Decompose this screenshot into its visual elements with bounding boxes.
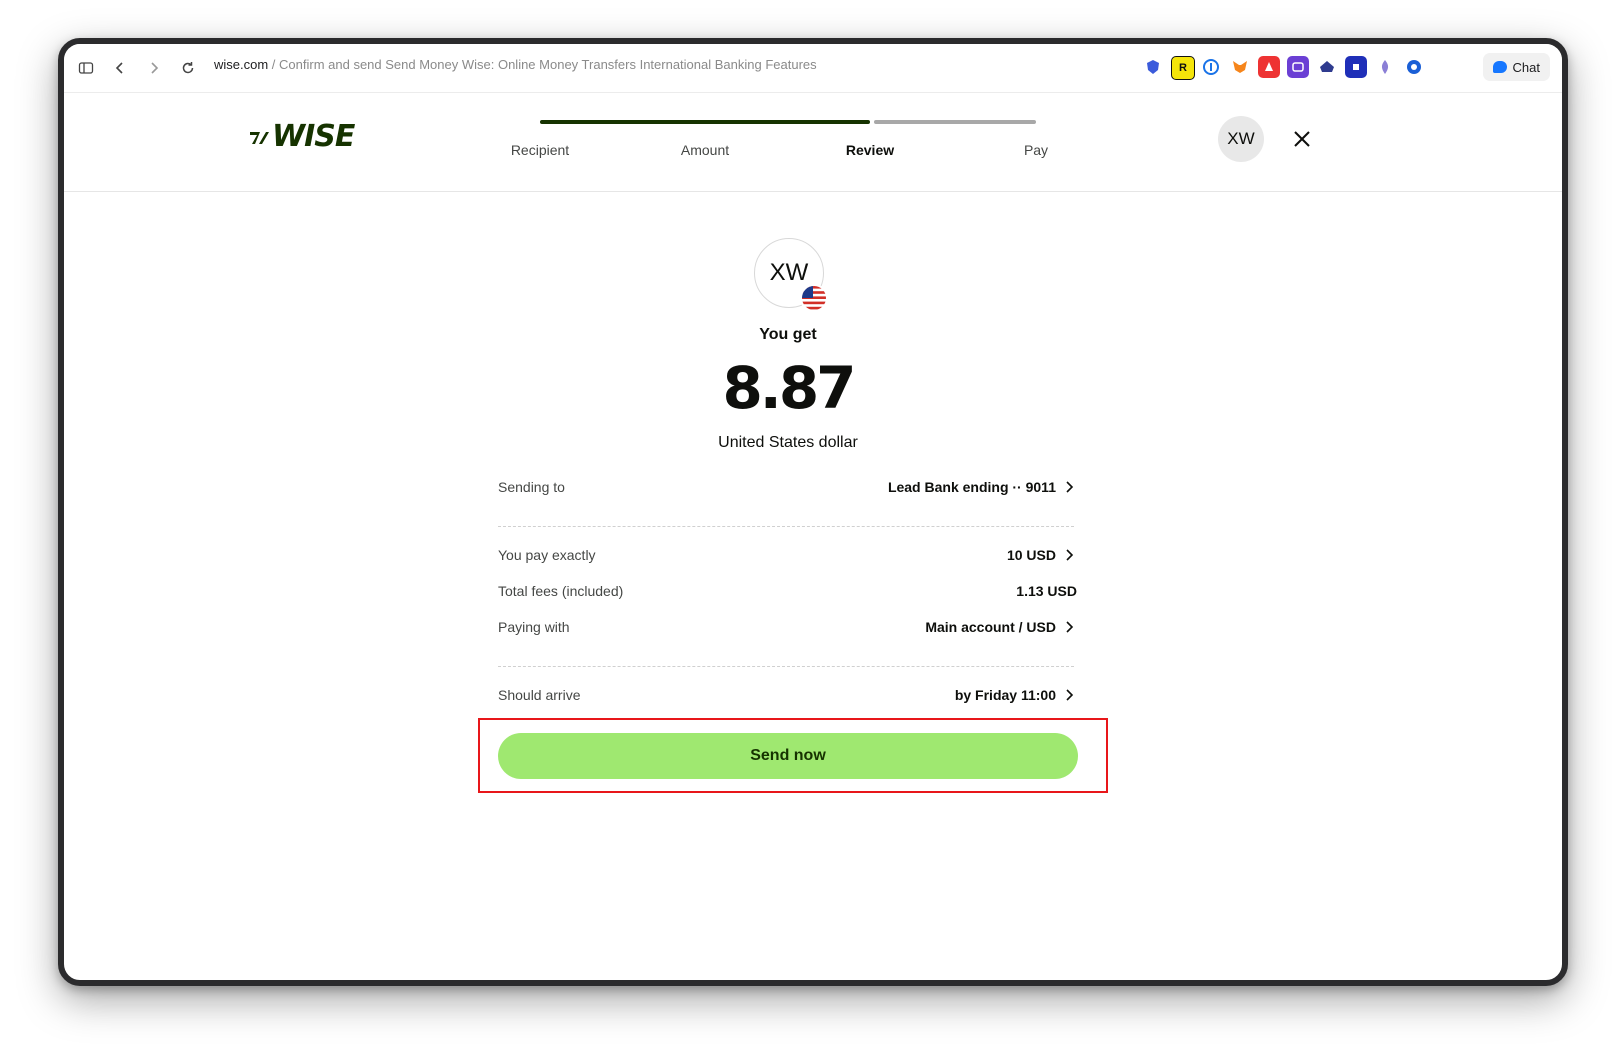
should-arrive-label: Should arrive	[498, 687, 581, 703]
fees-row: Total fees (included) 1.13 USD	[498, 579, 1077, 603]
send-now-button[interactable]: Send now	[498, 733, 1078, 779]
chevron-right-icon	[1066, 621, 1074, 633]
extension-metamask-icon[interactable]	[1229, 56, 1251, 78]
sending-to-value: Lead Bank ending ·· 9011	[887, 479, 1056, 495]
chat-bubble-icon	[1492, 61, 1507, 73]
progress-pending-track	[874, 120, 1036, 124]
sending-to-row[interactable]: Sending to Lead Bank ending ·· 9011	[498, 475, 1074, 499]
currency-name: United States dollar	[718, 434, 858, 451]
account-avatar[interactable]: XW	[1218, 116, 1264, 162]
step-amount[interactable]: Amount	[681, 142, 729, 158]
us-flag-icon	[800, 284, 828, 312]
divider	[498, 526, 1074, 527]
app-header: WISE Recipient Amount Review Pay XW	[64, 92, 1562, 192]
wise-flag-icon	[250, 131, 269, 144]
extension-shield-icon[interactable]	[1142, 56, 1164, 78]
progress-done-track	[540, 120, 870, 124]
step-pay: Pay	[1023, 142, 1049, 158]
paying-with-label: Paying with	[498, 619, 570, 635]
you-pay-row[interactable]: You pay exactly 10 USD	[498, 543, 1074, 567]
reload-icon[interactable]	[174, 54, 202, 82]
receive-amount: 8.87	[722, 354, 856, 422]
forward-icon[interactable]	[140, 54, 168, 82]
extension-ring-icon[interactable]	[1403, 56, 1425, 78]
you-pay-label: You pay exactly	[498, 547, 596, 563]
browser-toolbar: wise.com / Confirm and send Send Money W…	[64, 44, 1562, 93]
back-icon[interactable]	[106, 54, 134, 82]
you-pay-value: 10 USD	[1006, 547, 1056, 563]
should-arrive-row[interactable]: Should arrive by Friday 11:00	[498, 683, 1074, 707]
extension-r-icon[interactable]: R	[1171, 56, 1195, 80]
browser-window: wise.com / Confirm and send Send Money W…	[58, 38, 1568, 986]
extension-red-icon[interactable]	[1258, 56, 1280, 78]
paying-with-row[interactable]: Paying with Main account / USD	[498, 615, 1074, 639]
step-review: Review	[845, 142, 895, 158]
url-path: / Confirm and send Send Money Wise: Onli…	[268, 57, 817, 72]
sidebar-toggle-icon[interactable]	[72, 54, 100, 82]
chat-button[interactable]: Chat	[1482, 53, 1550, 81]
chat-label: Chat	[1512, 59, 1540, 75]
url-host: wise.com	[214, 57, 269, 72]
sending-to-label: Sending to	[498, 479, 565, 495]
fees-label: Total fees (included)	[498, 583, 624, 599]
extension-1password-icon[interactable]	[1200, 56, 1222, 78]
chevron-right-icon	[1066, 549, 1074, 561]
step-recipient[interactable]: Recipient	[511, 142, 569, 158]
extension-purple-icon[interactable]	[1287, 56, 1309, 78]
should-arrive-value: by Friday 11:00	[954, 687, 1056, 703]
divider	[498, 666, 1074, 667]
extension-blue-square-icon[interactable]	[1345, 56, 1367, 78]
wise-logo[interactable]: WISE	[248, 119, 355, 154]
chevron-right-icon	[1066, 481, 1074, 493]
extension-flame-icon[interactable]	[1374, 56, 1396, 78]
fees-value: 1.13 USD	[1016, 583, 1077, 599]
paying-with-value: Main account / USD	[925, 619, 1056, 635]
you-get-label: You get	[759, 326, 817, 343]
logo-text: WISE	[272, 119, 355, 154]
address-bar[interactable]: wise.com / Confirm and send Send Money W…	[214, 57, 817, 72]
extension-home-icon[interactable]	[1316, 56, 1338, 78]
chevron-right-icon	[1066, 689, 1074, 701]
close-icon[interactable]	[1288, 125, 1316, 153]
